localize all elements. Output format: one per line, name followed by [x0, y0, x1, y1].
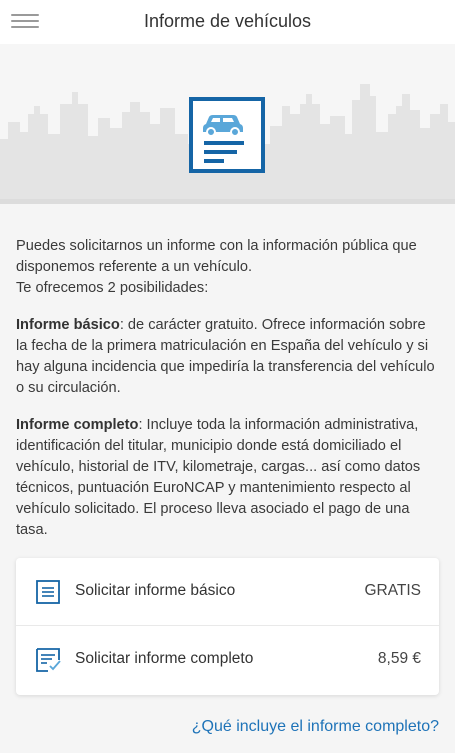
request-basic-report-button[interactable]: Solicitar informe básico GRATIS — [16, 558, 439, 626]
complete-report-info-link[interactable]: ¿Qué incluye el informe completo? — [192, 718, 439, 736]
complete-report-price: 8,59 € — [377, 650, 421, 667]
vehicle-report-icon — [189, 97, 265, 173]
complete-report-label: Informe completo — [16, 417, 139, 433]
complete-report-option-label: Solicitar informe completo — [75, 650, 254, 667]
intro-line: Puedes solicitarnos un informe con la in… — [16, 238, 417, 275]
description: Puedes solicitarnos un informe con la in… — [16, 236, 441, 557]
intro-text: Puedes solicitarnos un informe con la in… — [16, 236, 441, 299]
hero-banner — [0, 44, 455, 204]
basic-report-option-label: Solicitar informe básico — [75, 582, 236, 599]
request-complete-report-button[interactable]: Solicitar informe completo 8,59 € — [16, 626, 439, 694]
complete-report-description: Informe completo: Incluye toda la inform… — [16, 415, 441, 541]
document-check-icon — [36, 648, 61, 672]
document-list-icon — [36, 580, 60, 604]
report-options-card: Solicitar informe básico GRATIS Solicita… — [16, 558, 439, 695]
page-title: Informe de vehículos — [143, 11, 312, 31]
top-bar: Informe de vehículos — [0, 0, 455, 44]
basic-report-price: GRATIS — [364, 582, 421, 599]
basic-report-description: Informe básico: de carácter gratuito. Of… — [16, 315, 441, 399]
complete-report-text: : Incluye toda la información administra… — [16, 417, 421, 538]
basic-report-label: Informe básico — [16, 317, 120, 333]
intro-options-line: Te ofrecemos 2 posibilidades: — [16, 280, 209, 296]
